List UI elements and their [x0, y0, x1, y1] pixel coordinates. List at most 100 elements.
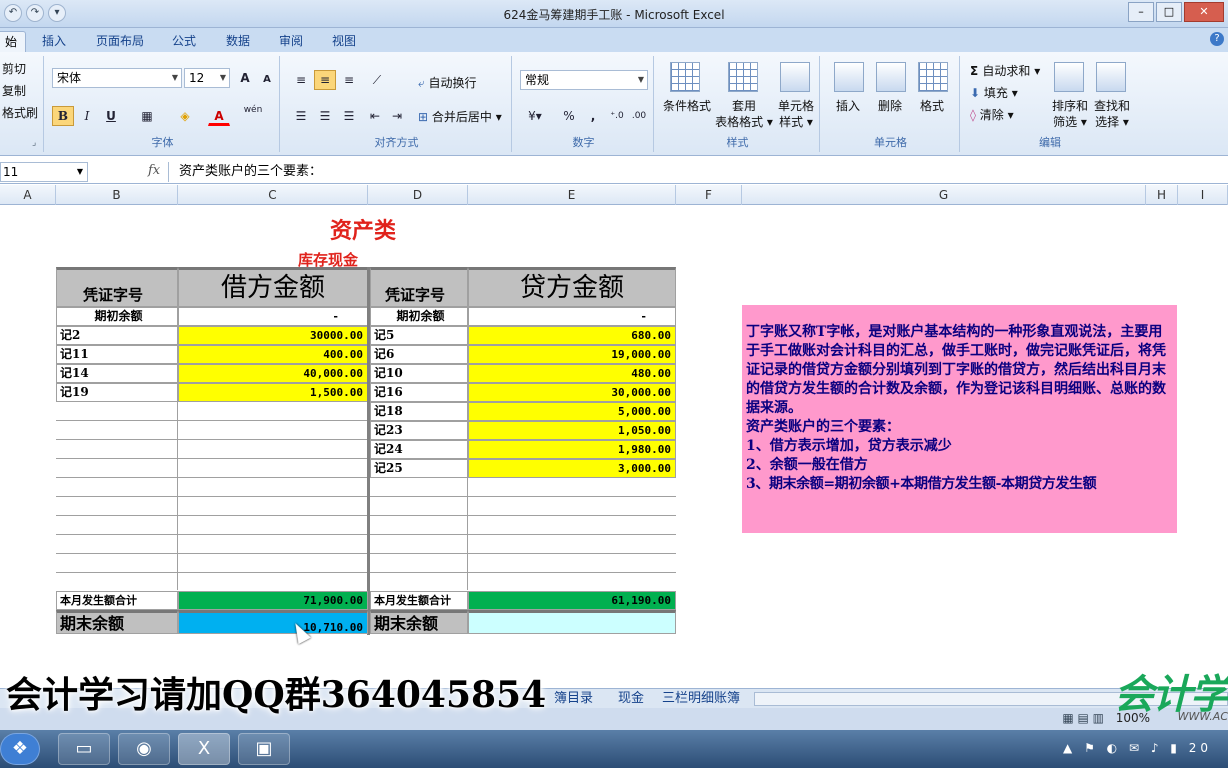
font-name-select[interactable]: 宋体 ▼: [52, 68, 182, 88]
tab-review[interactable]: 审阅: [271, 31, 311, 52]
cell-styles-button[interactable]: 单元格 样式 ▾: [772, 98, 820, 130]
borders-icon[interactable]: ▦: [136, 106, 158, 126]
debit-total-label[interactable]: 本月发生额合计: [56, 591, 178, 610]
align-top-icon[interactable]: ≡: [290, 70, 312, 90]
fill-color-icon[interactable]: ◈: [174, 106, 196, 126]
credit-amount-cell[interactable]: 19,000.00: [468, 345, 676, 364]
font-color-icon[interactable]: A: [208, 106, 230, 126]
format-button[interactable]: 格式: [910, 98, 954, 114]
increase-indent-icon[interactable]: ⇥: [386, 106, 408, 126]
column-header-c[interactable]: C: [178, 185, 368, 205]
debit-closing-cell[interactable]: 10,710.00: [178, 610, 368, 634]
wrap-text-button[interactable]: ⤶ 自动换行: [418, 74, 477, 91]
debit-amount-cell[interactable]: 400.00: [178, 345, 368, 364]
phonetic-button[interactable]: wén: [242, 104, 264, 124]
tab-page-layout[interactable]: 页面布局: [88, 31, 152, 52]
clear-button[interactable]: ◊ 清除 ▾: [970, 106, 1014, 123]
maximize-icon[interactable]: □: [1156, 2, 1182, 22]
credit-amount-cell[interactable]: 5,000.00: [468, 402, 676, 421]
credit-closing-cell[interactable]: [468, 610, 676, 634]
opening-balance-label[interactable]: 期初余额: [370, 307, 468, 326]
merge-center-button[interactable]: ⊞ 合并后居中 ▾: [418, 108, 502, 125]
minimize-icon[interactable]: –: [1128, 2, 1154, 22]
orientation-icon[interactable]: ⟋: [366, 70, 388, 90]
number-format-select[interactable]: 常规 ▼: [520, 70, 648, 90]
currency-icon[interactable]: ¥▾: [520, 106, 550, 126]
opening-credit-cell[interactable]: -: [468, 307, 676, 326]
sheet-tab-ledger[interactable]: 三栏明细账簿: [662, 690, 752, 708]
decrease-decimal-icon[interactable]: .00: [628, 106, 650, 126]
autosum-button[interactable]: Σ 自动求和 ▾: [970, 62, 1040, 79]
shrink-font-button[interactable]: A: [256, 70, 278, 90]
column-header-i[interactable]: I: [1178, 185, 1228, 205]
worksheet[interactable]: 资产类 库存现金 凭证字号 借方金额 凭证字号 贷方金额 期初余额 - 期初余额…: [0, 205, 1228, 685]
tab-formulas[interactable]: 公式: [164, 31, 204, 52]
opening-balance-label[interactable]: 期初余额: [56, 307, 178, 326]
credit-voucher-cell[interactable]: 记23: [370, 421, 468, 440]
empty-debit-grid[interactable]: [56, 402, 368, 590]
help-icon[interactable]: ?: [1210, 32, 1224, 46]
decrease-indent-icon[interactable]: ⇤: [364, 106, 386, 126]
opening-debit-cell[interactable]: -: [178, 307, 368, 326]
comma-button[interactable]: ,: [582, 106, 604, 126]
explanation-textbox[interactable]: 丁字账又称T字帐，是对账户基本结构的一种形象直观说法，主要用于手工做账对会计科目…: [742, 305, 1177, 533]
column-header-e[interactable]: E: [468, 185, 676, 205]
debit-voucher-cell[interactable]: 记14: [56, 364, 178, 383]
credit-amount-cell[interactable]: 480.00: [468, 364, 676, 383]
chrome-icon[interactable]: ◉: [118, 733, 170, 765]
conditional-format-button[interactable]: 条件格式: [658, 98, 716, 114]
grow-font-button[interactable]: A: [234, 68, 256, 88]
tab-data[interactable]: 数据: [218, 31, 258, 52]
debit-total-cell[interactable]: 71,900.00: [178, 591, 368, 610]
tab-view[interactable]: 视图: [324, 31, 364, 52]
credit-amount-cell[interactable]: 1,980.00: [468, 440, 676, 459]
find-select-button[interactable]: 查找和 选择 ▾: [1090, 98, 1134, 130]
credit-voucher-cell[interactable]: 记25: [370, 459, 468, 478]
recorder-icon[interactable]: ▣: [238, 733, 290, 765]
fill-button[interactable]: ⬇ 填充 ▾: [970, 84, 1018, 101]
credit-total-label[interactable]: 本月发生额合计: [370, 591, 468, 610]
credit-total-cell[interactable]: 61,190.00: [468, 591, 676, 610]
align-bottom-icon[interactable]: ≡: [338, 70, 360, 90]
format-painter-button[interactable]: 格式刷: [2, 104, 38, 121]
debit-amount-cell[interactable]: 1,500.00: [178, 383, 368, 402]
tab-home[interactable]: 始: [0, 31, 27, 52]
credit-voucher-cell[interactable]: 记6: [370, 345, 468, 364]
align-center-icon[interactable]: ☰: [314, 106, 336, 126]
italic-button[interactable]: I: [76, 106, 98, 126]
credit-amount-cell[interactable]: 3,000.00: [468, 459, 676, 478]
align-middle-icon[interactable]: ≡: [314, 70, 336, 90]
close-icon[interactable]: ✕: [1184, 2, 1224, 22]
fx-icon[interactable]: fx: [148, 163, 160, 178]
column-header-a[interactable]: A: [0, 185, 56, 205]
debit-voucher-cell[interactable]: 记2: [56, 326, 178, 345]
credit-amount-cell[interactable]: 680.00: [468, 326, 676, 345]
format-as-table-button[interactable]: 套用 表格格式 ▾: [714, 98, 774, 130]
explorer-icon[interactable]: ▭: [58, 733, 110, 765]
debit-voucher-cell[interactable]: 记11: [56, 345, 178, 364]
column-header-h[interactable]: H: [1146, 185, 1178, 205]
formula-input[interactable]: 资产类账户的三个要素：: [168, 162, 1228, 182]
credit-voucher-cell[interactable]: 记18: [370, 402, 468, 421]
credit-voucher-cell[interactable]: 记16: [370, 383, 468, 402]
sheet-tab-directory[interactable]: 簿目录: [554, 690, 593, 708]
credit-voucher-cell[interactable]: 记10: [370, 364, 468, 383]
column-header-d[interactable]: D: [368, 185, 468, 205]
debit-closing-label[interactable]: 期末余额: [56, 610, 178, 634]
underline-button[interactable]: U: [100, 106, 122, 126]
column-header-g[interactable]: G: [742, 185, 1146, 205]
credit-voucher-cell[interactable]: 记5: [370, 326, 468, 345]
dialog-launcher-icon[interactable]: ⌟: [32, 138, 36, 148]
debit-amount-cell[interactable]: 30000.00: [178, 326, 368, 345]
increase-decimal-icon[interactable]: ⁺.0: [606, 106, 628, 126]
bold-button[interactable]: B: [52, 106, 74, 126]
insert-button[interactable]: 插入: [826, 98, 870, 114]
credit-closing-label[interactable]: 期末余额: [370, 610, 468, 634]
sort-filter-button[interactable]: 排序和 筛选 ▾: [1048, 98, 1092, 130]
start-button-icon[interactable]: ❖: [0, 733, 40, 765]
view-buttons[interactable]: ▦ ▤ ▥: [1062, 711, 1104, 725]
sheet-tab-cash[interactable]: 现金: [618, 690, 644, 708]
excel-icon[interactable]: X: [178, 733, 230, 765]
font-size-select[interactable]: 12 ▼: [184, 68, 230, 88]
debit-amount-cell[interactable]: 40,000.00: [178, 364, 368, 383]
